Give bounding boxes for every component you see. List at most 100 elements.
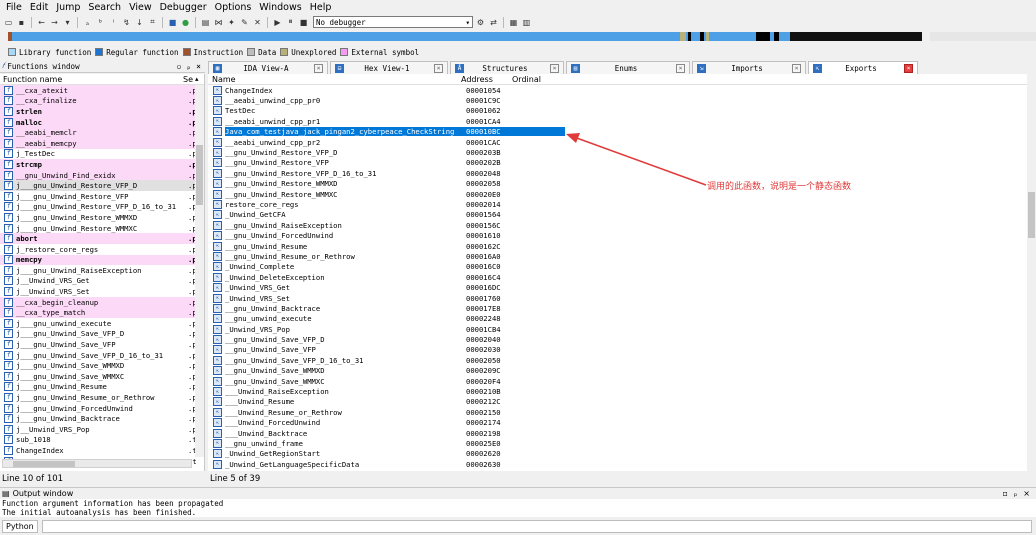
function-row[interactable]: f j___gnu_Unwind_Restore_WMMXC .p (0, 223, 204, 234)
export-row[interactable]: ⇱ _Unwind_VRS_Set 00001760 (208, 293, 1036, 303)
output-window-body[interactable]: Function argument information has been p… (0, 499, 1036, 517)
export-row[interactable]: ⇱ ___Unwind_Resume_or_Rethrow 00002150 (208, 407, 1036, 417)
menu-item-jump[interactable]: Jump (52, 2, 84, 13)
menu-item-search[interactable]: Search (84, 2, 125, 13)
menu-item-windows[interactable]: Windows (255, 2, 305, 13)
function-row[interactable]: f memcpy .p (0, 254, 204, 266)
export-row[interactable]: ⇱ __aeabi_unwind_cpp_pr0 00001C9C (208, 95, 1036, 106)
function-row[interactable]: f __cxa_atexit .p (0, 85, 204, 96)
scroll-thumb[interactable] (1028, 192, 1035, 238)
function-row[interactable]: f j___gnu_Unwind_Save_VFP_D .p (0, 329, 204, 340)
chart-icon[interactable]: ▤ (200, 17, 211, 28)
scroll-thumb[interactable] (13, 461, 75, 467)
function-row[interactable]: f j___gnu_Unwind_Restore_VFP_D .p (0, 180, 204, 191)
function-row[interactable]: f j___gnu_Unwind_Restore_WMMXD .p (0, 212, 204, 223)
function-row[interactable]: f sub_1018 .t (0, 435, 204, 446)
function-row[interactable]: f j___gnu_Unwind_Backtrace .p (0, 413, 204, 424)
play-icon[interactable]: ▶ (272, 17, 283, 28)
tab-structures[interactable]: Å Structures × (450, 61, 564, 74)
export-row[interactable]: ⇱ ___Unwind_Resume 0000212C (208, 397, 1036, 407)
function-row[interactable]: f strcmp .p (0, 159, 204, 170)
functions-vertical-scrollbar[interactable] (195, 85, 204, 457)
column-header-ordinal[interactable]: Ordinal (512, 75, 572, 84)
menu-item-file[interactable]: File (2, 2, 26, 13)
menu-item-help[interactable]: Help (306, 2, 336, 13)
column-header-function-name[interactable]: Function name (0, 75, 183, 84)
function-row[interactable]: f j___gnu_Unwind_ForcedUnwind .p (0, 403, 204, 414)
restore-icon[interactable]: ▫ (1002, 489, 1007, 498)
function-row[interactable]: f j___gnu_unwind_execute .p (0, 318, 204, 329)
menu-item-options[interactable]: Options (211, 2, 256, 13)
exports-vertical-scrollbar[interactable] (1027, 74, 1036, 471)
function-row[interactable]: f j___gnu_Unwind_Save_VFP_D_16_to_31 .p (0, 350, 204, 361)
export-row[interactable]: ⇱ __gnu_Unwind_Backtrace 000017E8 (208, 303, 1036, 313)
tab-hex-view-1[interactable]: ⊟ Hex View-1 × (330, 61, 448, 74)
close-icon[interactable]: × (550, 63, 559, 73)
close-icon[interactable]: × (904, 63, 913, 73)
layout-icon[interactable]: ▦ (508, 17, 519, 28)
export-row[interactable]: ⇱ __gnu_Unwind_Resume_or_Rethrow 000016A0 (208, 251, 1036, 261)
navigation-band[interactable] (0, 30, 1036, 44)
export-row[interactable]: ⇱ __gnu_Unwind_Save_WMMXC 000020F4 (208, 376, 1036, 386)
function-row[interactable]: f __aeabi_memclr .p (0, 127, 204, 138)
scroll-thumb[interactable] (196, 145, 203, 205)
function-row[interactable]: f j___gnu_Unwind_Save_WMMXD .p (0, 360, 204, 371)
search-next-icon[interactable]: ↯ (121, 17, 132, 28)
function-row[interactable]: f j_restore_core_regs .p (0, 244, 204, 255)
export-row[interactable]: ⇱ _Unwind_VRS_Get 000016DC (208, 282, 1036, 293)
column-header-name[interactable]: Name (208, 75, 461, 84)
function-row[interactable]: f j_TestDec .p (0, 149, 204, 160)
export-row[interactable]: ⇱ ___Unwind_Backtrace 00002198 (208, 428, 1036, 438)
export-row[interactable]: ⇱ _Unwind_DeleteException 000016C4 (208, 272, 1036, 282)
menu-item-debugger[interactable]: Debugger (156, 2, 211, 13)
function-row[interactable]: f j__Unwind_VRS_Set .p (0, 286, 204, 297)
attach-icon[interactable]: ⇄ (488, 17, 499, 28)
function-row[interactable]: f j___gnu_Unwind_Save_WMMXC .p (0, 371, 204, 382)
function-row[interactable]: f abort .p (0, 233, 204, 244)
python-button[interactable]: Python (2, 519, 38, 533)
chevron-up-icon[interactable]: ▴ (195, 75, 199, 83)
close-icon[interactable]: × (792, 63, 801, 73)
restore-icon[interactable]: ▫ (177, 62, 182, 71)
stop-icon[interactable]: ■ (298, 17, 309, 28)
export-row[interactable]: ⇱ TestDec 00001062 (208, 106, 1036, 116)
graph-icon[interactable]: ⌗ (147, 17, 158, 28)
pen-icon[interactable]: ✎ (239, 17, 250, 28)
function-row[interactable]: f strlen .p (0, 106, 204, 117)
function-row[interactable]: f j___gnu_Unwind_Restore_VFP_D_16_to_31 .p (0, 202, 204, 213)
pin-icon[interactable]: ₚ (186, 62, 191, 71)
export-row[interactable]: ⇱ _Unwind_GetCFA 00001564 (208, 210, 1036, 220)
export-row[interactable]: ⇱ restore_core_regs 00002014 (208, 199, 1036, 209)
function-row[interactable]: f j___gnu_Unwind_Save_VFP .p (0, 339, 204, 350)
export-row[interactable]: ⇱ __gnu_unwind_frame 000025E0 (208, 438, 1036, 448)
close-icon[interactable]: × (434, 63, 443, 73)
function-row[interactable]: f __aeabi_memcpy .p (0, 137, 204, 149)
export-row[interactable]: ⇱ __gnu_Unwind_RaiseException 0000156C (208, 220, 1036, 230)
export-row[interactable]: ⇱ __gnu_Unwind_Resume 0000162C (208, 241, 1036, 251)
function-row[interactable]: f j__Unwind_VRS_Get .p (0, 276, 204, 287)
layout-alt-icon[interactable]: ▥ (521, 17, 532, 28)
column-header-address[interactable]: Address (461, 75, 512, 84)
function-row[interactable]: f __cxa_finalize .p (0, 95, 204, 107)
export-row[interactable]: ⇱ _Unwind_GetRegionStart 00002620 (208, 449, 1036, 459)
xref-icon[interactable]: ⋈ (213, 17, 224, 28)
export-row[interactable]: ⇱ __gnu_Unwind_Save_VFP 00002030 (208, 345, 1036, 355)
export-row[interactable]: ⇱ ___Unwind_ForcedUnwind 00002174 (208, 418, 1036, 428)
column-header-segment[interactable]: Se (183, 75, 193, 84)
menu-item-edit[interactable]: Edit (26, 2, 52, 13)
pin-icon[interactable]: ₚ (1014, 489, 1017, 498)
search-binary-icon[interactable]: ᵇ (95, 17, 106, 28)
green-dot-icon[interactable]: ● (180, 17, 191, 28)
export-row[interactable]: ⇱ ___Unwind_RaiseException 0000210B (208, 386, 1036, 397)
ida-view-icon[interactable]: ■ (167, 17, 178, 28)
close-icon[interactable]: × (196, 62, 201, 71)
python-input[interactable] (41, 519, 1032, 533)
search-immediate-icon[interactable]: ⁱ (108, 17, 119, 28)
close-icon[interactable]: × (1023, 489, 1030, 498)
export-row[interactable]: ⇱ _Unwind_Complete 000016C0 (208, 262, 1036, 272)
back-icon[interactable]: ← (36, 17, 47, 28)
function-row[interactable]: f __gnu_Unwind_Find_exidx .p (0, 169, 204, 181)
close-icon[interactable]: × (314, 63, 323, 73)
function-row[interactable]: f __cxa_type_match .p (0, 307, 204, 319)
export-row[interactable]: ⇱ _Unwind_GetLanguageSpecificData 00002630 (208, 459, 1036, 469)
